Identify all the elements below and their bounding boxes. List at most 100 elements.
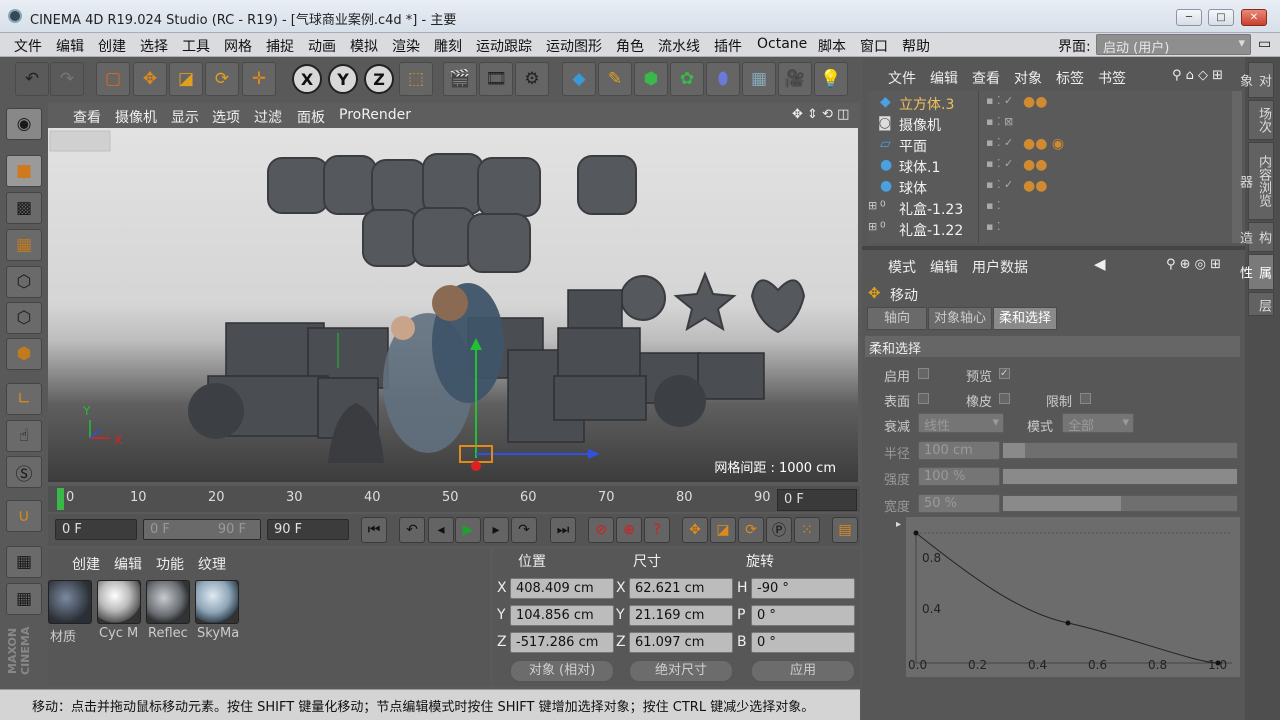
pen-icon[interactable]: ✎ — [598, 62, 632, 96]
vp-menu-display[interactable]: 显示 — [171, 107, 199, 127]
apply-button[interactable]: 应用 — [751, 660, 855, 682]
go-to-end-icon[interactable]: ⏭ — [550, 517, 576, 543]
side-tab-takes[interactable]: 场次 — [1248, 100, 1274, 140]
object-row[interactable]: ◙ 摄像机 ▪ ⁚ ⊠ — [868, 115, 1233, 135]
coordinate-system-icon[interactable]: ⬚ — [399, 62, 433, 96]
live-select-icon[interactable]: ▢ — [96, 62, 130, 96]
floor-icon[interactable]: ▦ — [742, 62, 776, 96]
visibility-dots-icon[interactable]: ▪ ⁚ ✓ — [986, 136, 1013, 149]
size-x-field[interactable]: 62.621 cm — [629, 578, 733, 599]
lock-z-button[interactable]: Z — [364, 64, 394, 94]
redo-icon[interactable]: ↷ — [50, 62, 84, 96]
limit-checkbox[interactable] — [1080, 393, 1091, 404]
render-to-picture-viewer-icon[interactable]: 🎞 — [479, 62, 513, 96]
expand-icon[interactable]: ⊞ — [868, 220, 877, 233]
current-frame-field[interactable]: 0 F — [777, 489, 857, 511]
menu-script[interactable]: 脚本 — [818, 36, 846, 56]
close-button[interactable]: ✕ — [1241, 9, 1267, 26]
radius-slider[interactable] — [1002, 442, 1238, 459]
solo-icon[interactable]: Ⓢ — [6, 456, 42, 488]
render-view-icon[interactable]: 🎬 — [443, 62, 477, 96]
keyframe-selection-icon[interactable]: ? — [644, 517, 670, 543]
viewport-nav-icon[interactable]: ✥ ⇕ ⟲ ◫ — [792, 107, 849, 122]
obj-menu-object[interactable]: 对象 — [1014, 68, 1042, 88]
falloff-curve-graph[interactable]: 0.8 0.4 0.0 0.2 0.4 0.6 0.8 1.0 — [906, 517, 1240, 677]
axis-mode-icon[interactable]: ∟ — [6, 383, 42, 415]
position-x-field[interactable]: 408.409 cm — [510, 578, 614, 599]
enable-checkbox[interactable] — [918, 368, 929, 379]
curve-expand-icon[interactable]: ▸ — [896, 519, 901, 530]
previous-key-icon[interactable]: ↶ — [399, 517, 425, 543]
mode-select[interactable]: 全部 ▾ — [1062, 413, 1134, 434]
tab-axis[interactable]: 轴向 — [867, 307, 927, 330]
obj-menu-edit[interactable]: 编辑 — [930, 68, 958, 88]
strength-field[interactable]: 100 % — [918, 467, 1000, 486]
width-field[interactable]: 50 % — [918, 494, 1000, 513]
object-row[interactable]: ● 球体.1 ▪ ⁚ ✓ ●● — [868, 157, 1233, 177]
camera-icon[interactable]: 🎥 — [778, 62, 812, 96]
rotation-h-field[interactable]: -90 ° — [751, 578, 855, 599]
planar-workplane-icon[interactable]: ▦ — [6, 583, 42, 615]
menu-edit[interactable]: 编辑 — [56, 36, 84, 56]
attr-menu-userdata[interactable]: 用户数据 — [972, 257, 1028, 277]
lock-x-button[interactable]: X — [292, 64, 322, 94]
visibility-dots-icon[interactable]: ▪ ⁚ ✓ — [986, 178, 1013, 191]
rubber-checkbox[interactable] — [999, 393, 1010, 404]
tweak-mode-icon[interactable]: ☝ — [6, 420, 42, 452]
next-key-icon[interactable]: ↷ — [511, 517, 537, 543]
snap-icon[interactable]: ∪ — [6, 500, 42, 532]
undo-icon[interactable]: ↶ — [15, 62, 49, 96]
obj-menu-view[interactable]: 查看 — [972, 68, 1000, 88]
tab-object-axis[interactable]: 对象轴心 — [928, 307, 992, 330]
attr-menu-edit[interactable]: 编辑 — [930, 257, 958, 277]
size-y-field[interactable]: 21.169 cm — [629, 605, 733, 626]
object-row[interactable]: ⊞ ⁰ 礼盒-1.23 ▪ ⁚ — [868, 199, 1233, 219]
coordinate-mode-select[interactable]: 对象 (相对) — [510, 660, 614, 682]
autokey-icon[interactable]: ⊕ — [616, 517, 642, 543]
material-tag-icon[interactable]: ●● ◉ — [1023, 136, 1064, 152]
size-z-field[interactable]: 61.097 cm — [629, 632, 733, 653]
vp-menu-panel[interactable]: 面板 — [297, 107, 325, 127]
material-tag-icon[interactable]: ●● — [1023, 157, 1047, 173]
strength-slider[interactable] — [1002, 468, 1238, 485]
workplane-lock-icon[interactable]: ▦ — [6, 546, 42, 578]
menu-window[interactable]: 窗口 — [860, 36, 888, 56]
side-tab-structure[interactable]: 构造 — [1237, 222, 1274, 252]
attr-search-icon[interactable]: ⚲ ⊕ ◎ ⊞ — [1166, 257, 1221, 272]
object-row[interactable]: ● 球体 ▪ ⁚ ✓ ●● — [868, 178, 1233, 198]
material-swatch[interactable] — [97, 580, 141, 624]
menu-create[interactable]: 创建 — [98, 36, 126, 56]
collapse-icon[interactable]: ▭ — [1258, 36, 1271, 52]
mat-menu-function[interactable]: 功能 — [156, 554, 184, 574]
menu-file[interactable]: 文件 — [14, 36, 42, 56]
menu-plugins[interactable]: 插件 — [714, 36, 742, 56]
surface-checkbox[interactable] — [918, 393, 929, 404]
material-swatch[interactable] — [146, 580, 190, 624]
menu-tools[interactable]: 工具 — [182, 36, 210, 56]
material-tag-icon[interactable]: ●● — [1023, 94, 1047, 110]
vp-menu-camera[interactable]: 摄像机 — [115, 107, 157, 127]
workplane-mode-icon[interactable]: ▦ — [6, 229, 42, 261]
key-rotation-icon[interactable]: ⟳ — [738, 517, 764, 543]
frame-range-slider[interactable]: 0 F 90 F — [143, 519, 261, 540]
menu-snap[interactable]: 捕捉 — [266, 36, 294, 56]
menu-pipeline[interactable]: 流水线 — [658, 36, 700, 56]
menu-mesh[interactable]: 网格 — [224, 36, 252, 56]
mat-menu-texture[interactable]: 纹理 — [198, 554, 226, 574]
interface-select[interactable]: 启动 (用户) ▾ — [1096, 34, 1251, 56]
maximize-button[interactable]: □ — [1208, 9, 1234, 26]
playhead[interactable] — [57, 488, 64, 510]
move-tool-icon[interactable]: ✥ — [133, 62, 167, 96]
rotation-b-field[interactable]: 0 ° — [751, 632, 855, 653]
radius-field[interactable]: 100 cm — [918, 441, 1000, 460]
next-frame-icon[interactable]: ▸ — [483, 517, 509, 543]
cloner-icon[interactable]: ✿ — [670, 62, 704, 96]
material-tag-icon[interactable]: ●● — [1023, 178, 1047, 194]
deformer-icon[interactable]: ⬮ — [706, 62, 740, 96]
light-icon[interactable]: 💡 — [814, 62, 848, 96]
menu-octane[interactable]: Octane — [757, 36, 807, 52]
back-arrow-icon[interactable]: ◀ — [1094, 255, 1106, 273]
render-settings-icon[interactable]: ⚙ — [515, 62, 549, 96]
start-frame-field[interactable]: 0 F — [55, 519, 137, 540]
menu-select[interactable]: 选择 — [140, 36, 168, 56]
